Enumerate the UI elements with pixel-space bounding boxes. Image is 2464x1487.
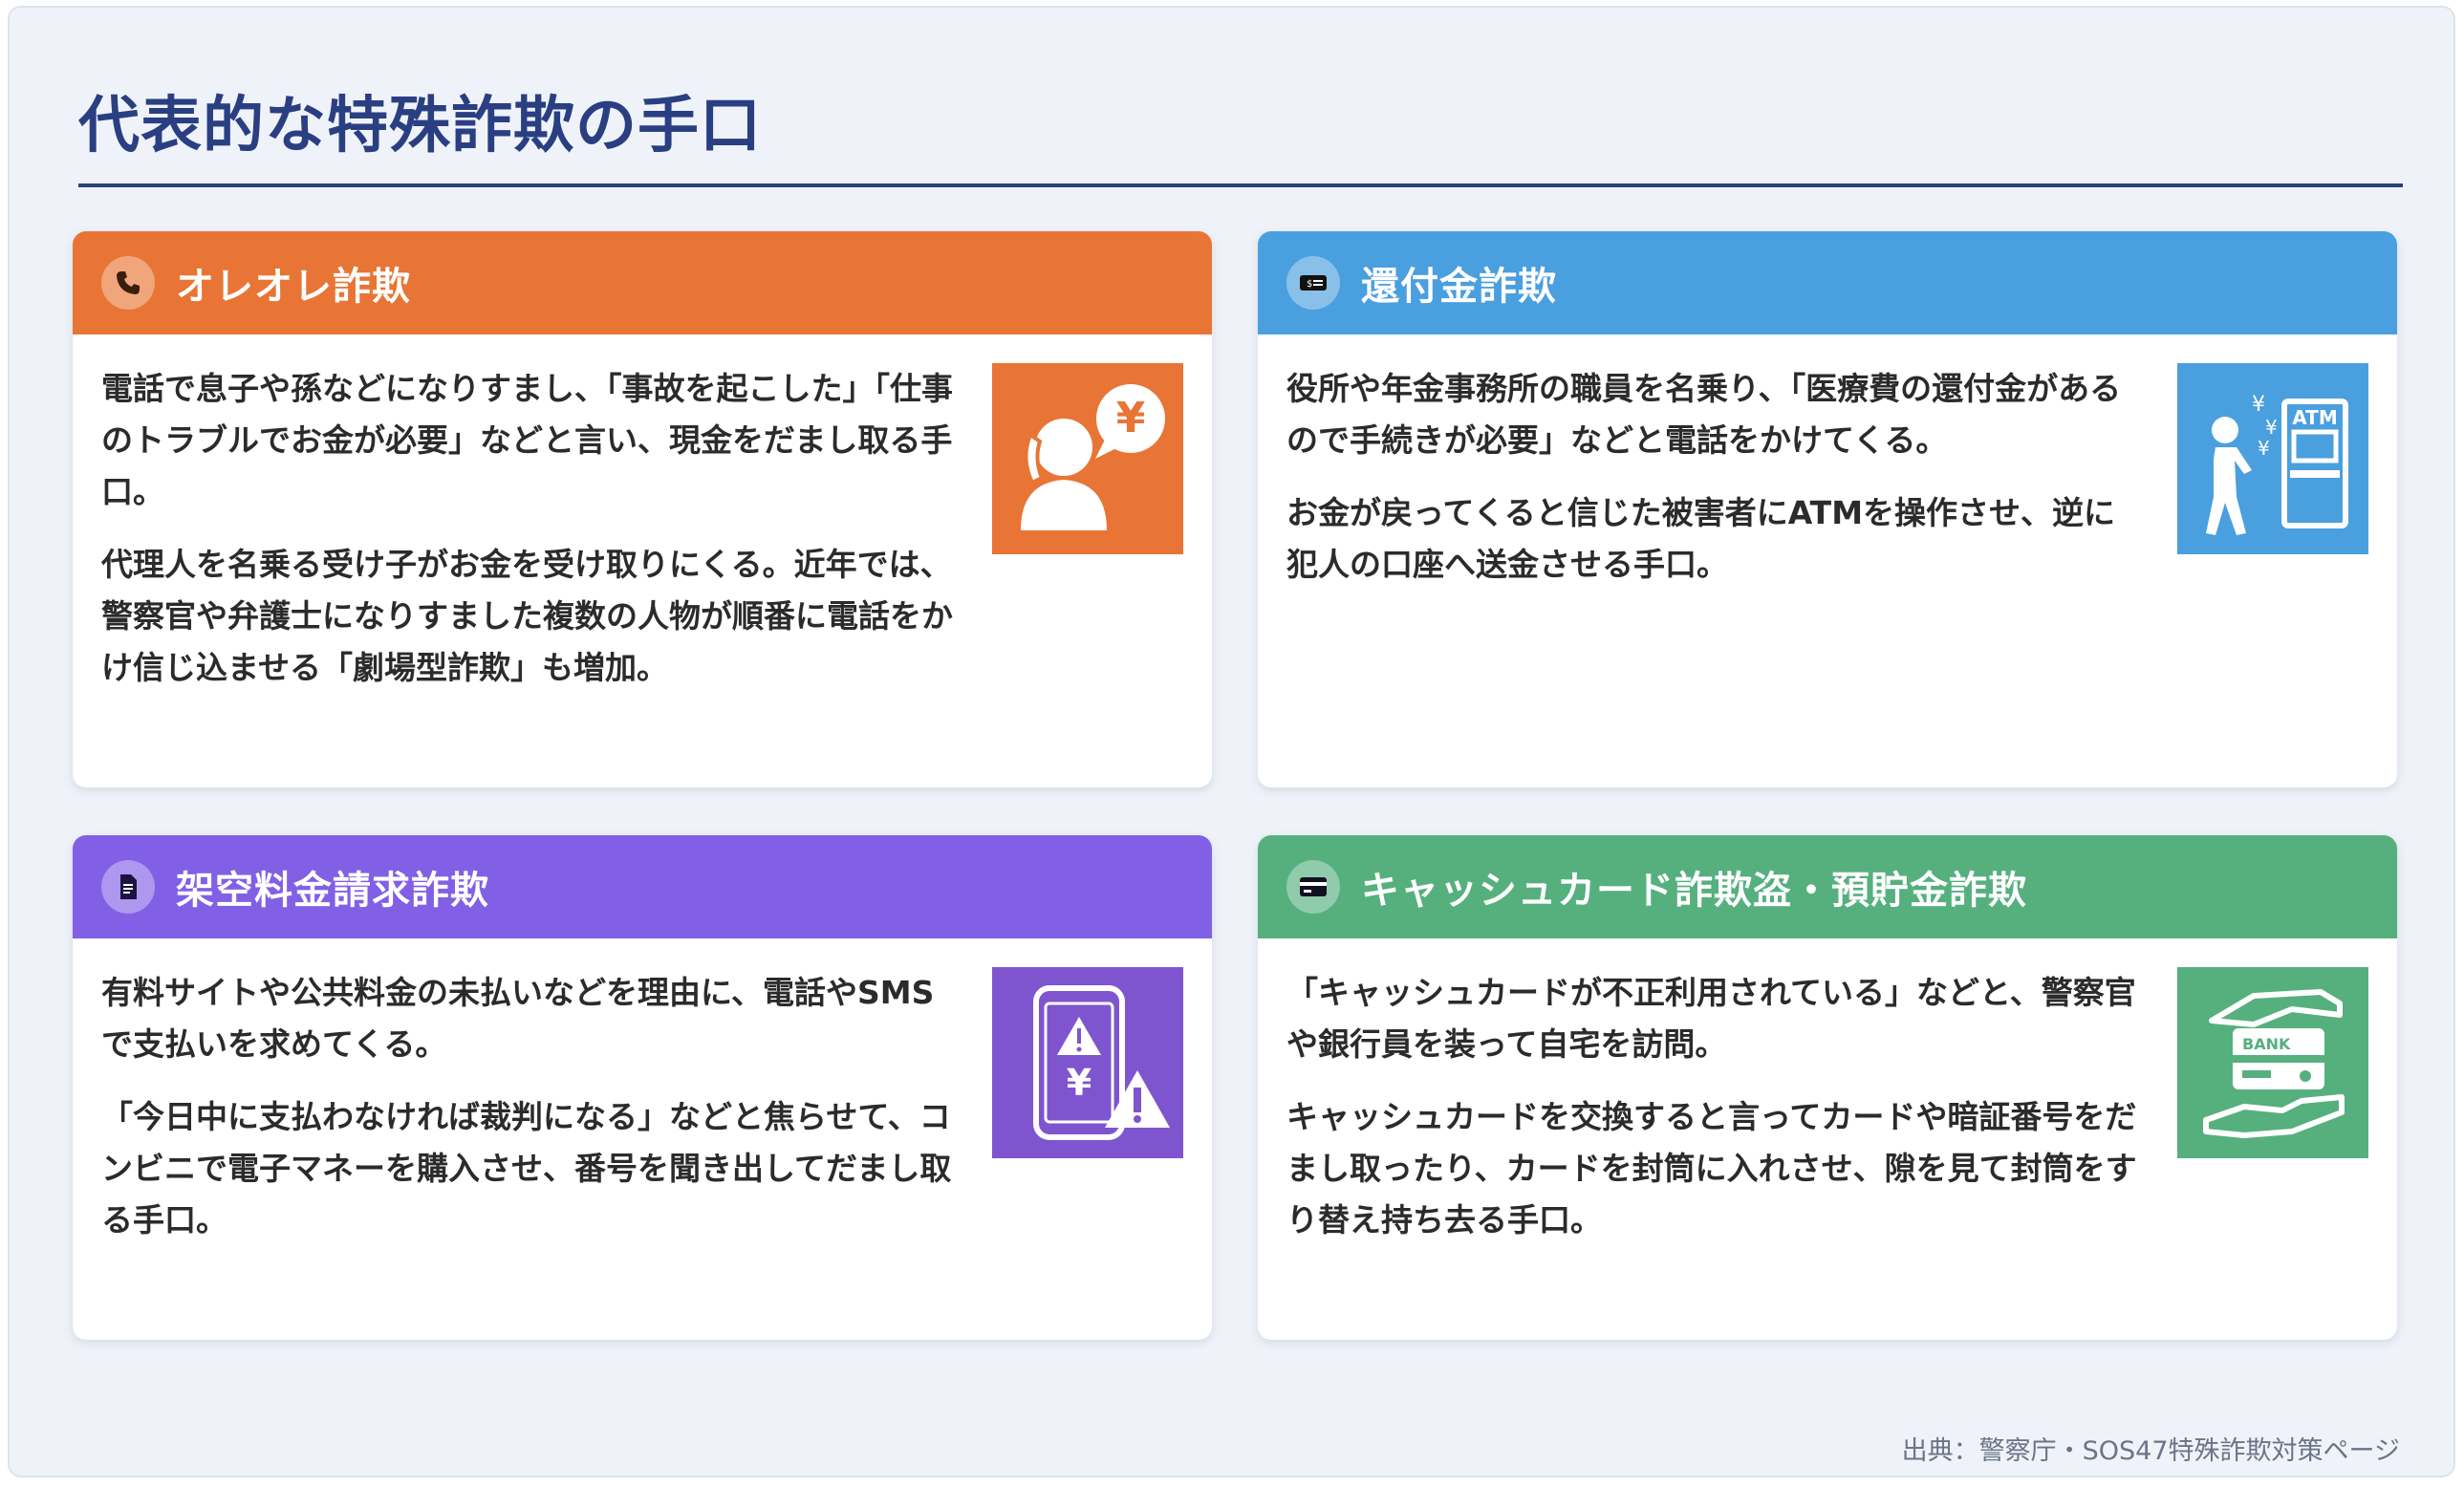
- illustration-yen-label: ¥: [2258, 437, 2270, 460]
- credit-card-icon: [1286, 860, 1340, 914]
- card-paragraph: 電話で息子や孫などになりすまし、「事故を起こした」「仕事のトラブルでお金が必要」…: [101, 370, 953, 510]
- card-paragraph: お金が戻ってくると信じた被害者にATMを操作させ、逆に犯人の口座へ送金させる手口…: [1286, 494, 2116, 583]
- card-header: 架空料金請求詐欺: [73, 835, 1212, 938]
- illustration-bank-label: BANK: [2242, 1035, 2291, 1053]
- card-body: 役所や年金事務所の職員を名乗り、「医療費の還付金があるので手続きが必要」などと電…: [1258, 334, 2397, 640]
- person-at-atm-illustration: ATM ¥ ¥ ¥: [2177, 363, 2368, 554]
- document-icon: [101, 860, 155, 914]
- card-ore-ore: オレオレ詐欺 電話で息子や孫などになりすまし、「事故を起こした」「仕事のトラブル…: [73, 231, 1212, 787]
- card-text: 「キャッシュカードが不正利用されている」などと、警察官や銀行員を装って自宅を訪問…: [1286, 967, 2147, 1246]
- title-divider: [78, 183, 2403, 187]
- person-on-phone-yen-illustration: ¥: [992, 363, 1183, 554]
- card-text: 有料サイトや公共料金の未払いなどを理由に、電話やSMSで支払いを求めてくる。 「…: [101, 967, 962, 1246]
- card-paragraph: 「今日中に支払わなければ裁判になる」などと焦らせて、コンビニで電子マネーを購入さ…: [101, 1098, 952, 1239]
- card-header: キャッシュカード詐欺盗・預貯金詐欺: [1258, 835, 2397, 938]
- hands-holding-bank-card-illustration: BANK: [2177, 967, 2368, 1158]
- illustration-yen-label: ¥: [2265, 416, 2278, 439]
- card-title: 架空料金請求詐欺: [176, 869, 489, 913]
- page-frame: 代表的な特殊詐欺の手口 オレオレ詐欺 電話で息子や孫などになりすまし、「事故を起…: [8, 6, 2455, 1477]
- money-bill-icon: $: [1286, 256, 1340, 310]
- card-paragraph: 有料サイトや公共料金の未払いなどを理由に、電話やSMSで支払いを求めてくる。: [101, 974, 935, 1063]
- illustration-yen-label: ¥: [2252, 393, 2265, 417]
- card-text: 役所や年金事務所の職員を名乗り、「医療費の還付金があるので手続きが必要」などと電…: [1286, 363, 2147, 591]
- card-body: 「キャッシュカードが不正利用されている」などと、警察官や銀行員を装って自宅を訪問…: [1258, 938, 2397, 1296]
- card-title: 還付金詐欺: [1361, 265, 1557, 309]
- card-title: キャッシュカード詐欺盗・預貯金詐欺: [1361, 869, 2027, 913]
- card-body: 電話で息子や孫などになりすまし、「事故を起こした」「仕事のトラブルでお金が必要」…: [73, 334, 1212, 744]
- svg-text:$: $: [1307, 279, 1312, 290]
- card-cash-card: キャッシュカード詐欺盗・預貯金詐欺 「キャッシュカードが不正利用されている」など…: [1258, 835, 2397, 1340]
- card-fictitious-billing: 架空料金請求詐欺 有料サイトや公共料金の未払いなどを理由に、電話やSMSで支払い…: [73, 835, 1212, 1340]
- card-paragraph: 代理人を名乗る受け子がお金を受け取りにくる。近年では、警察官や弁護士になりすまし…: [101, 546, 953, 686]
- card-title: オレオレ詐欺: [176, 265, 411, 309]
- page-title: 代表的な特殊詐欺の手口: [78, 91, 762, 162]
- card-body: 有料サイトや公共料金の未払いなどを理由に、電話やSMSで支払いを求めてくる。 「…: [73, 938, 1212, 1296]
- phone-warning-yen-illustration: ¥: [992, 967, 1183, 1158]
- illustration-yen-label: ¥: [1116, 394, 1146, 442]
- phone-icon: [101, 256, 155, 310]
- source-credit: 出典：警察庁・SOS47特殊詐欺対策ページ: [1901, 1436, 2400, 1466]
- illustration-yen-label: ¥: [1067, 1062, 1092, 1104]
- card-paragraph: キャッシュカードを交換すると言ってカードや暗証番号をだまし取ったり、カードを封筒…: [1286, 1098, 2137, 1239]
- card-text: 電話で息子や孫などになりすまし、「事故を起こした」「仕事のトラブルでお金が必要」…: [101, 363, 962, 694]
- illustration-atm-label: ATM: [2292, 406, 2337, 429]
- card-paragraph: 役所や年金事務所の職員を名乗り、「医療費の還付金があるので手続きが必要」などと電…: [1286, 370, 2122, 459]
- card-refund: $ 還付金詐欺 役所や年金事務所の職員を名乗り、「医療費の還付金があるので手続き…: [1258, 231, 2397, 787]
- card-header: $ 還付金詐欺: [1258, 231, 2397, 334]
- card-paragraph: 「キャッシュカードが不正利用されている」などと、警察官や銀行員を装って自宅を訪問…: [1286, 974, 2136, 1063]
- card-header: オレオレ詐欺: [73, 231, 1212, 334]
